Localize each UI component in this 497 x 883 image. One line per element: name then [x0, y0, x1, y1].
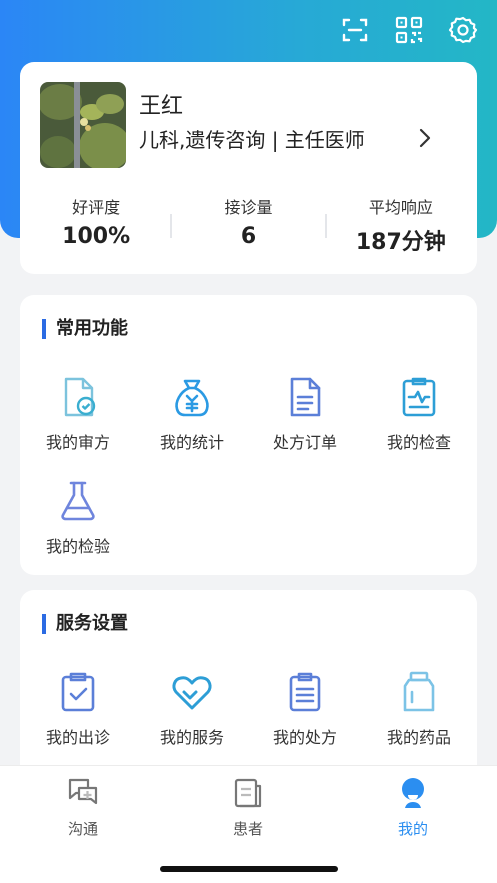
grid-label: 我的服务 — [159, 728, 224, 747]
grid-item-prescriptions[interactable]: 我的处方 — [255, 670, 355, 748]
grid-label: 我的检验 — [45, 537, 110, 556]
chevron-right-icon[interactable] — [413, 126, 437, 150]
grid-item-lab-tests[interactable]: 我的检验 — [28, 479, 128, 557]
grid-label: 我的处方 — [272, 728, 337, 747]
clipboard-chart-icon — [402, 377, 436, 417]
common-functions-card: 常用功能 我的审方 我的统计 处方订单 我的检查 我的检验 — [20, 295, 477, 575]
money-bag-icon — [175, 379, 209, 417]
grid-item-visits[interactable]: 我的出诊 — [28, 670, 128, 748]
grid-item-medicines[interactable]: 我的药品 — [369, 670, 469, 748]
chat-plus-icon — [68, 778, 98, 805]
heart-icon — [172, 676, 212, 710]
medicine-bottle-icon — [403, 671, 435, 712]
grid-label: 我的药品 — [386, 728, 451, 747]
stats-row: 好评度 100% 接诊量 6 平均响应 187分钟 — [20, 194, 477, 256]
clipboard-list-icon — [289, 672, 321, 712]
stat-value: 187分钟 — [355, 230, 446, 255]
doctor-name: 王红 — [139, 94, 184, 119]
grid-label: 我的检查 — [386, 433, 451, 452]
home-indicator — [160, 866, 338, 872]
stat-value: 6 — [240, 224, 257, 249]
settings-gear-icon[interactable] — [447, 14, 479, 46]
tab-label: 患者 — [232, 820, 263, 838]
grid-item-audit[interactable]: 我的审方 — [28, 375, 128, 453]
grid-label: 处方订单 — [272, 433, 337, 452]
stat-divider — [170, 214, 173, 238]
flask-icon — [61, 481, 95, 521]
grid-item-rx-orders[interactable]: 处方订单 — [255, 375, 355, 453]
grid-label: 我的统计 — [159, 433, 224, 452]
tab-profile[interactable]: 我的 — [363, 776, 463, 839]
section-title: 常用功能 — [42, 319, 128, 339]
stat-value: 100% — [62, 224, 131, 249]
stat-label: 好评度 — [72, 198, 121, 217]
tab-label: 沟通 — [67, 820, 98, 838]
section-title: 服务设置 — [42, 614, 128, 634]
grid-item-services[interactable]: 我的服务 — [142, 670, 242, 748]
audit-doc-icon — [64, 377, 96, 417]
tab-label: 我的 — [397, 820, 428, 838]
service-settings-card: 服务设置 我的出诊 我的服务 我的处方 我的药品 — [20, 590, 477, 780]
stat-label: 接诊量 — [224, 198, 273, 217]
profile-card[interactable]: 王红 儿科,遗传咨询 | 主任医师 好评度 100% 接诊量 6 平均响应 18… — [20, 62, 477, 274]
grid-item-exams[interactable]: 我的检查 — [369, 375, 469, 453]
grid-item-statistics[interactable]: 我的统计 — [142, 375, 242, 453]
stat-label: 平均响应 — [368, 198, 433, 217]
avatar — [40, 82, 126, 168]
clipboard-check-icon — [61, 672, 95, 712]
top-toolbar — [339, 14, 479, 46]
grid-label: 我的审方 — [45, 433, 110, 452]
grid-label: 我的出诊 — [45, 728, 110, 747]
stat-rating: 好评度 100% — [20, 194, 172, 256]
patient-record-icon — [234, 778, 262, 808]
tab-patients[interactable]: 患者 — [198, 776, 298, 839]
scan-icon[interactable] — [339, 14, 371, 46]
qrcode-icon[interactable] — [393, 14, 425, 46]
stat-consultations: 接诊量 6 — [170, 194, 327, 256]
document-icon — [290, 377, 321, 417]
tab-chat[interactable]: 沟通 — [33, 776, 133, 839]
doctor-department: 儿科,遗传咨询 | 主任医师 — [139, 128, 365, 152]
stat-response: 平均响应 187分钟 — [325, 194, 477, 256]
profile-icon — [402, 778, 424, 808]
